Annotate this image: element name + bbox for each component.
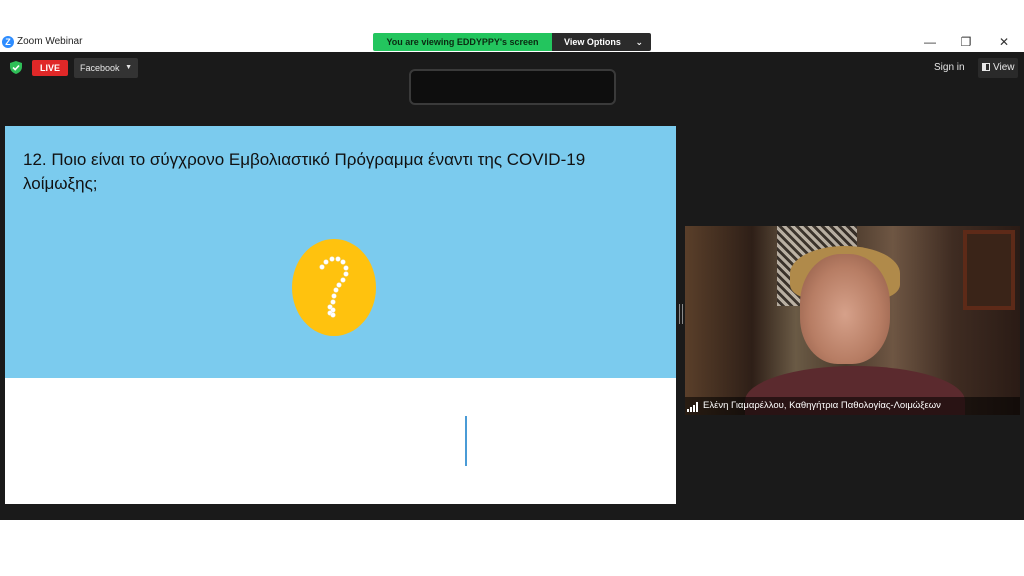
chevron-down-icon: ⌄ (635, 37, 643, 47)
viewing-screen-banner: You are viewing EDDYPPY's screen (373, 33, 552, 51)
minimize-button[interactable]: — (918, 34, 942, 50)
zoom-webinar-window: Z Zoom Webinar — ❐ ✕ You are viewing EDD… (0, 0, 1024, 576)
participant-face (800, 254, 890, 364)
slide-header-area: 12. Ποιο είναι το σύγχρονο Εμβολιαστικό … (5, 126, 676, 378)
stream-target-dropdown[interactable]: Facebook ▼ (74, 58, 138, 78)
view-button[interactable]: View (978, 58, 1018, 78)
sign-in-link[interactable]: Sign in (934, 62, 965, 73)
signal-strength-icon (687, 402, 698, 412)
participant-caption: Ελένη Γιαμαρέλλου, Καθηγήτρια Παθολογίας… (685, 397, 1020, 415)
view-layout-icon (982, 63, 990, 71)
close-button[interactable]: ✕ (992, 34, 1016, 50)
view-options-label: View Options (564, 37, 621, 47)
stream-target-label: Facebook (80, 63, 120, 73)
participant-video-tile[interactable]: Ελένη Γιαμαρέλλου, Καθηγήτρια Παθολογίας… (685, 226, 1020, 415)
shared-screen-slide: 12. Ποιο είναι το σύγχρονο Εμβολιαστικό … (5, 126, 676, 504)
view-label: View (993, 62, 1015, 73)
participant-name: Ελένη Γιαμαρέλλου, Καθηγήτρια Παθολογίας… (703, 400, 941, 411)
text-cursor (465, 416, 467, 466)
shield-check-icon[interactable] (10, 61, 22, 74)
view-options-button[interactable]: View Options ⌄ (552, 33, 651, 51)
split-divider-handle[interactable] (679, 304, 683, 324)
maximize-button[interactable]: ❐ (954, 34, 978, 50)
slide-title: 12. Ποιο είναι το σύγχρονο Εμβολιαστικό … (23, 150, 586, 193)
video-wall-frame (963, 230, 1015, 310)
zoom-logo-icon: Z (2, 36, 14, 48)
window-title: Zoom Webinar (17, 36, 83, 47)
caret-down-icon: ▼ (125, 64, 132, 71)
question-mark-icon (292, 239, 376, 336)
floating-control-bar (409, 69, 616, 105)
live-badge[interactable]: LIVE (32, 60, 68, 76)
